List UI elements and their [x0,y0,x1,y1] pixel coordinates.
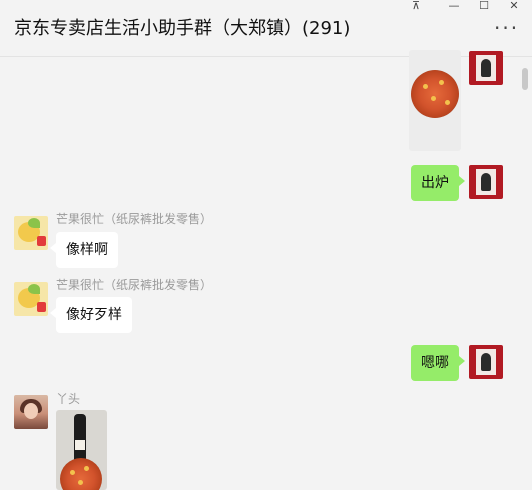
yatou-avatar[interactable] [14,395,48,429]
other-photo-message[interactable] [56,410,107,490]
my-message-bubble[interactable]: 出炉 [411,165,465,201]
pizza-image [60,458,102,490]
wine-bottle-image [74,414,86,464]
pin-button[interactable]: ⊼ [402,0,430,14]
more-options-button[interactable]: ··· [494,18,519,38]
my-avatar[interactable] [469,51,503,85]
minimize-button[interactable]: — [440,0,468,14]
maximize-button[interactable]: ☐ [470,0,498,14]
scrollbar-thumb[interactable] [522,68,528,90]
sender-name: 丫头 [56,392,81,406]
other-message-bubble[interactable]: 像样啊 [50,232,118,268]
chat-header: 京东专卖店生活小助手群（大郑镇）(291) ⊼ — ☐ ✕ ··· [0,0,532,56]
sender-name: 芒果很忙（纸尿裤批发零售） [56,278,213,292]
pizza-image [411,70,459,118]
mango-avatar[interactable] [14,216,48,250]
other-message-bubble[interactable]: 像好歹样 [50,297,132,333]
sender-name: 芒果很忙（纸尿裤批发零售） [56,212,213,226]
my-avatar[interactable] [469,165,503,199]
close-button[interactable]: ✕ [500,0,528,14]
my-avatar[interactable] [469,345,503,379]
chat-title: 京东专卖店生活小助手群（大郑镇）(291) [14,18,351,39]
mango-avatar[interactable] [14,282,48,316]
my-message-bubble[interactable]: 嗯哪 [411,345,465,381]
my-photo-message[interactable] [409,50,461,151]
